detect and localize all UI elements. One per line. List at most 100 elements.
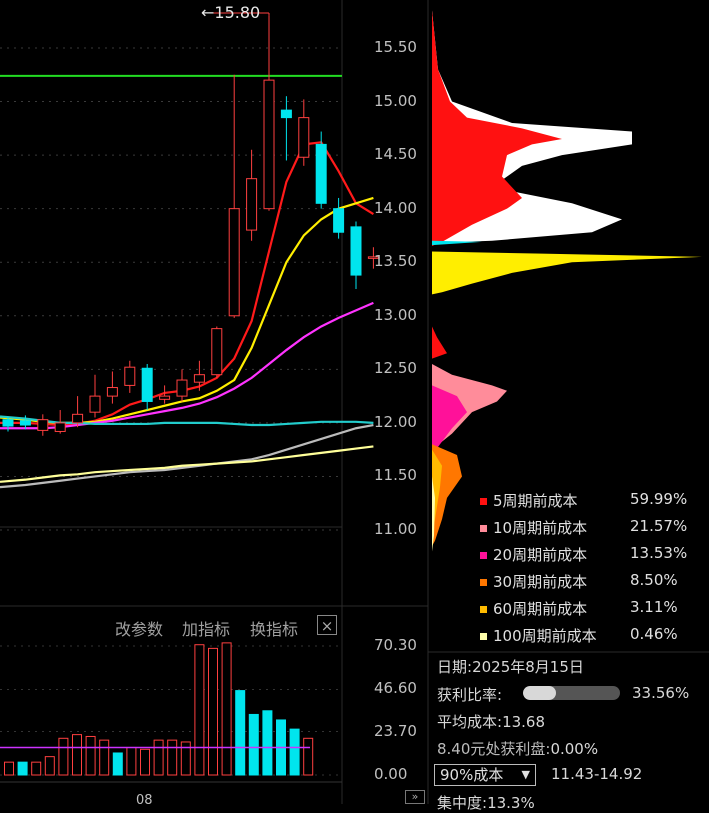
price-tick-label: 13.50 bbox=[374, 252, 417, 271]
volume-bar bbox=[85, 735, 96, 776]
price-tick-label: 11.00 bbox=[374, 520, 417, 538]
legend-swatch bbox=[480, 579, 487, 586]
legend-label: 20周期前成本 bbox=[493, 546, 588, 564]
candle-body bbox=[89, 395, 101, 413]
chip-cyan-layer bbox=[432, 240, 482, 246]
legend-item: 100周期前成本 0.46% bbox=[480, 625, 678, 646]
double-chevron-right-icon[interactable]: » bbox=[405, 790, 425, 804]
concentration-label: 集中度: bbox=[437, 794, 488, 812]
candle-body bbox=[228, 208, 240, 317]
volume-bar bbox=[31, 761, 42, 776]
candle-body bbox=[106, 387, 118, 397]
chart-canvas bbox=[0, 0, 709, 804]
price-tick-label: 12.00 bbox=[374, 412, 417, 431]
candle-body bbox=[54, 422, 66, 432]
price-tick-label: 15.50 bbox=[374, 38, 417, 56]
profit-at-label: 8.40元处获利盘: bbox=[437, 740, 551, 758]
legend-item: 5周期前成本 59.99% bbox=[480, 490, 687, 511]
volume-bar bbox=[58, 737, 69, 776]
volume-bar bbox=[112, 752, 123, 776]
volume-tick-label: 70.30 bbox=[374, 636, 417, 654]
volume-bar bbox=[303, 737, 314, 776]
volume-bar bbox=[153, 739, 164, 776]
cost-select[interactable]: 90%成本 ▼ bbox=[434, 764, 536, 786]
candle-body bbox=[159, 395, 171, 400]
x-tick-label: 08 bbox=[136, 793, 153, 808]
candle-body bbox=[72, 413, 84, 424]
legend-item: 60周期前成本 3.11% bbox=[480, 598, 678, 619]
price-tick-label: 11.50 bbox=[374, 466, 417, 485]
arrow-left-icon: ← bbox=[201, 3, 215, 22]
candle-body bbox=[124, 366, 136, 386]
candle-body bbox=[333, 208, 345, 233]
chip-yellow-layer bbox=[432, 251, 702, 295]
volume-tick-label: 0.00 bbox=[374, 765, 408, 783]
cost-range: 11.43-14.92 bbox=[551, 765, 643, 783]
profit-ratio-fill bbox=[523, 686, 556, 700]
date-row: 日期:2025年8月15日 bbox=[437, 656, 584, 677]
caret-down-icon: ▼ bbox=[521, 768, 530, 781]
max-price-label: 15.80 bbox=[214, 3, 261, 22]
volume-bar bbox=[248, 713, 259, 776]
price-tick-label: 12.50 bbox=[374, 359, 417, 378]
volume-bar bbox=[167, 739, 178, 776]
volume-bar bbox=[140, 748, 150, 776]
legend-percent: 0.46% bbox=[630, 625, 678, 643]
avg-cost-value: 13.68 bbox=[502, 713, 546, 731]
volume-bar bbox=[221, 642, 232, 776]
legend-swatch bbox=[480, 606, 487, 613]
candle-body bbox=[246, 178, 258, 231]
price-tick-label: 14.00 bbox=[374, 198, 417, 217]
moving-average-line bbox=[0, 301, 374, 430]
chip-red-low-layer bbox=[432, 326, 447, 359]
avg-cost-row: 平均成本:13.68 bbox=[437, 711, 545, 732]
legend-swatch bbox=[480, 633, 487, 640]
volume-bar bbox=[194, 644, 205, 776]
volume-tick-label: 23.70 bbox=[374, 721, 417, 740]
legend-percent: 21.57% bbox=[630, 517, 688, 535]
candle-body bbox=[19, 420, 31, 426]
legend-label: 5周期前成本 bbox=[493, 492, 578, 510]
moving-average-line bbox=[0, 423, 374, 489]
legend-percent: 8.50% bbox=[630, 571, 678, 589]
price-tick-label: 14.50 bbox=[374, 145, 417, 164]
candle-body bbox=[37, 419, 49, 431]
profit-ratio-bar bbox=[523, 686, 620, 700]
profit-ratio-value: 33.56% bbox=[632, 684, 690, 702]
volume-bar bbox=[44, 756, 55, 776]
profit-at-row: 8.40元处获利盘:0.00% bbox=[437, 738, 598, 759]
profit-at-value: 0.00% bbox=[550, 740, 599, 758]
switch-indicator-button[interactable]: 换指标 bbox=[250, 616, 298, 640]
concentration-value: 13.3% bbox=[487, 794, 535, 812]
avg-cost-label: 平均成本: bbox=[437, 713, 503, 731]
price-tick-label: 15.00 bbox=[374, 91, 417, 110]
price-tick-label: 13.00 bbox=[374, 305, 417, 324]
close-icon[interactable]: × bbox=[317, 615, 337, 635]
legend-percent: 13.53% bbox=[630, 544, 688, 562]
volume-bar bbox=[4, 761, 14, 776]
candle-body bbox=[298, 117, 310, 158]
legend-label: 100周期前成本 bbox=[493, 627, 597, 645]
legend-percent: 3.11% bbox=[630, 598, 678, 616]
volume-bar bbox=[126, 746, 137, 776]
legend-swatch bbox=[480, 498, 487, 505]
legend-label: 60周期前成本 bbox=[493, 600, 588, 618]
candle-body bbox=[193, 374, 205, 383]
candle-body bbox=[2, 419, 14, 427]
volume-bar bbox=[235, 690, 246, 776]
candle-body bbox=[176, 379, 188, 397]
candle-body bbox=[280, 109, 292, 119]
date-label: 日期: bbox=[437, 658, 473, 676]
legend-label: 30周期前成本 bbox=[493, 573, 588, 591]
moving-average-line bbox=[0, 445, 374, 483]
volume-bar bbox=[17, 761, 28, 776]
volume-tick-label: 46.60 bbox=[374, 679, 417, 698]
candle-body bbox=[315, 143, 327, 204]
legend-percent: 59.99% bbox=[630, 490, 688, 508]
candle-body bbox=[211, 328, 223, 376]
add-indicator-button[interactable]: 加指标 bbox=[182, 616, 230, 640]
volume-bar bbox=[262, 710, 273, 776]
date-value: 2025年8月15日 bbox=[472, 658, 584, 676]
edit-params-button[interactable]: 改参数 bbox=[115, 616, 163, 640]
candle-body bbox=[350, 226, 362, 276]
